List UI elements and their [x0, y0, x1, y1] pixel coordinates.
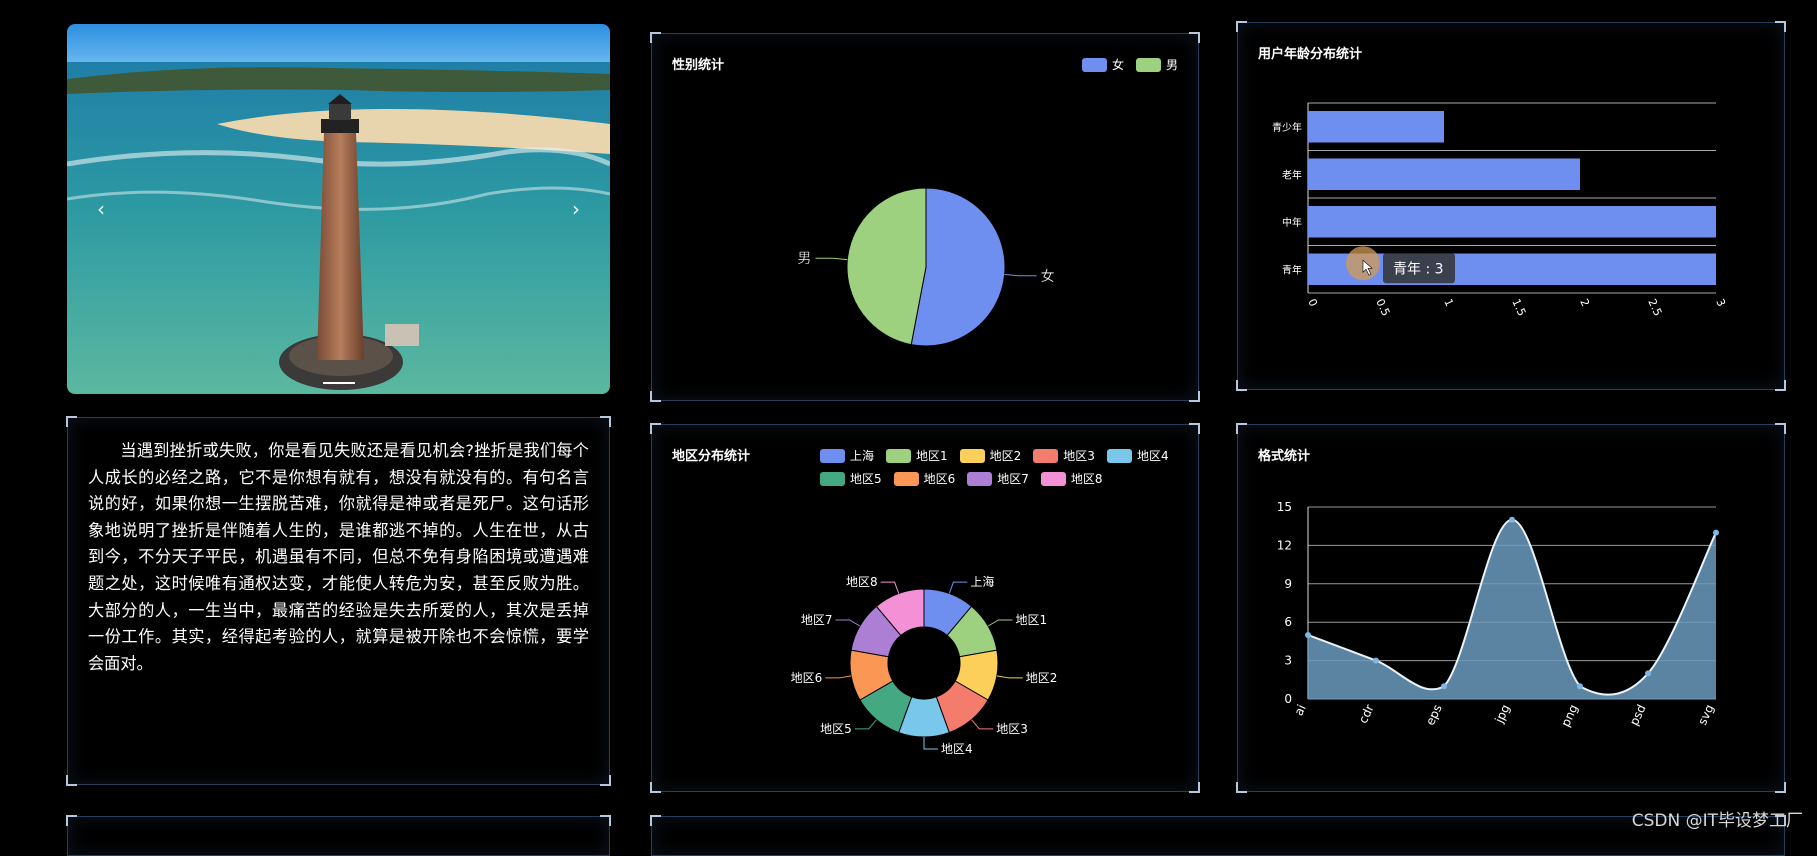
- pie-label: 女: [1041, 268, 1055, 285]
- tooltip-text: 青年 : 3: [1393, 261, 1444, 277]
- x-tick-label: psd: [1627, 702, 1649, 727]
- format-area-chart: 0 3 6 9 12 15 ai cdr eps jpg png psd svg: [1277, 500, 1719, 729]
- x-tick-label: jpg: [1492, 702, 1513, 726]
- donut-label-line: [880, 581, 900, 594]
- y-tick-label: 12: [1277, 538, 1292, 552]
- donut-label: 地区1: [1015, 613, 1047, 627]
- watermark: CSDN @IT毕设梦工厂: [1631, 811, 1803, 831]
- bottom-left-panel: [66, 815, 611, 856]
- donut-label-line: [923, 737, 938, 750]
- x-tick-label: 1.5: [1509, 297, 1528, 318]
- y-tick-label: 0: [1284, 692, 1292, 706]
- x-tick-label: svg: [1695, 702, 1717, 727]
- x-tick-label: cdr: [1356, 702, 1377, 725]
- y-tick-label: 老年: [1282, 168, 1302, 181]
- donut-label: 地区5: [820, 722, 852, 736]
- data-point: [1441, 683, 1447, 690]
- y-tick-label: 6: [1284, 615, 1292, 629]
- area-fill: [1308, 519, 1716, 699]
- x-tick-label: 2: [1577, 297, 1592, 309]
- gender-pie-chart: 女男: [797, 187, 1055, 347]
- x-tick-label: 2.5: [1645, 297, 1664, 318]
- donut-label: 地区4: [941, 742, 973, 756]
- y-tick-label: 中年: [1282, 216, 1302, 229]
- donut-label-line: [948, 581, 968, 594]
- pie-label-line: [1004, 273, 1037, 277]
- article-text: 当遇到挫折或失败，你是看见失败还是看见机会?挫折是我们每个人成长的必经之路，它不…: [88, 441, 589, 673]
- x-tick-label: 3: [1713, 297, 1728, 309]
- pie-label: 男: [797, 251, 811, 267]
- y-tick-label: 15: [1277, 500, 1292, 514]
- donut-label-line: [854, 719, 877, 730]
- carousel-next-arrow-icon[interactable]: ›: [572, 197, 580, 221]
- y-tick-label: 青年: [1282, 263, 1302, 276]
- image-carousel[interactable]: ‹ ›: [67, 24, 610, 394]
- x-tick-label: eps: [1423, 702, 1445, 727]
- donut-label-line: [996, 675, 1023, 679]
- donut-label-line: [971, 719, 994, 730]
- pie-label-line: [815, 257, 848, 261]
- x-tick-label: 0.5: [1373, 297, 1392, 318]
- region-donut-chart: 上海地区1 地区2 地区3 地区4 地区5 地区6 地区7 地区8: [791, 574, 1058, 756]
- bottom-right-panel: [650, 815, 1786, 856]
- y-tick-label: 9: [1284, 577, 1292, 591]
- lighthouse-photo: [67, 24, 610, 394]
- donut-label-line: [987, 619, 1013, 627]
- donut-label: 地区3: [996, 722, 1028, 736]
- carousel-prev-arrow-icon[interactable]: ‹: [97, 197, 105, 221]
- data-point: [1713, 529, 1719, 536]
- x-tick-label: png: [1558, 702, 1580, 729]
- data-point: [1509, 516, 1515, 523]
- format-chart-panel: 格式统计 0 3 6 9 12 15 ai cdr eps jpg png psd svg: [1236, 423, 1786, 793]
- x-tick-label: 1: [1441, 297, 1456, 309]
- bar: [1308, 206, 1716, 238]
- donut-label: 上海: [970, 574, 994, 589]
- gender-chart-panel: 性别统计 女男 女男: [650, 32, 1200, 402]
- donut-label: 地区8: [846, 575, 878, 589]
- article-panel: 当遇到挫折或失败，你是看见失败还是看见机会?挫折是我们每个人成长的必经之路，它不…: [66, 416, 611, 786]
- data-point: [1577, 683, 1583, 690]
- y-tick-label: 青少年: [1272, 121, 1302, 134]
- donut-label: 地区7: [801, 613, 833, 627]
- donut-label-line: [835, 619, 861, 627]
- age-chart-panel: 用户年龄分布统计 青少年 老年 中年 青年 0 0.5 1 1.5 2 2.5 3 青年 : 3: [1236, 21, 1786, 391]
- x-tick-label: ai: [1292, 702, 1309, 718]
- bar: [1308, 158, 1580, 190]
- data-point: [1373, 657, 1379, 664]
- age-bar-chart: 青少年老年中年青年 0 0.5 1 1.5 2 2.5 3 青年 : 3: [1272, 102, 1728, 318]
- donut-label-line: [825, 675, 852, 679]
- donut-label: 地区2: [1026, 671, 1058, 685]
- y-tick-label: 3: [1284, 654, 1292, 668]
- carousel-indicator[interactable]: [322, 382, 355, 384]
- data-point: [1645, 670, 1651, 677]
- bar: [1308, 111, 1444, 143]
- data-point: [1305, 632, 1311, 638]
- donut-label: 地区6: [791, 671, 823, 685]
- pie-slice: [846, 187, 927, 346]
- x-tick-label: 0: [1305, 297, 1320, 309]
- region-chart-panel: 地区分布统计 上海 地区1 地区2 地区3 地区4 地区5 地区6 地区7 地区8 上海 地区1 地…: [650, 423, 1200, 793]
